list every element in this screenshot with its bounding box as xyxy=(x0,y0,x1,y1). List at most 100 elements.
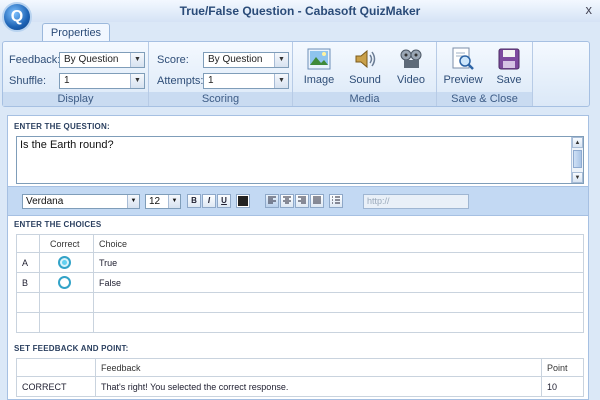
chevron-down-icon: ▼ xyxy=(274,53,288,67)
choices-header-row: Correct Choice xyxy=(16,234,584,253)
video-button[interactable]: Video xyxy=(389,46,433,90)
shuffle-select[interactable]: 1 ▼ xyxy=(59,73,145,89)
list-icon xyxy=(332,196,340,204)
table-row[interactable] xyxy=(16,292,584,313)
choices-table: Correct Choice A True B False xyxy=(16,234,584,333)
feedback-select-value: By Question xyxy=(64,54,119,65)
display-group-label: Display xyxy=(3,92,148,106)
score-select-value: By Question xyxy=(208,54,263,65)
color-icon xyxy=(238,196,248,206)
empty-cell xyxy=(16,312,40,333)
quizmaker-window: True/False Question - Cabasoft QuizMaker… xyxy=(0,0,600,400)
ribbon: Feedback: By Question ▼ Shuffle: 1 ▼ Dis… xyxy=(2,41,590,107)
font-size-select[interactable]: 12 ▼ xyxy=(145,194,181,209)
table-row[interactable]: CORRECT That's right! You selected the c… xyxy=(16,376,584,397)
feedback-select[interactable]: By Question ▼ xyxy=(59,52,145,68)
feedback-text[interactable]: That's right! You selected the correct r… xyxy=(95,376,542,397)
tab-properties[interactable]: Properties xyxy=(42,23,110,43)
close-icon[interactable]: x xyxy=(586,2,593,17)
italic-button[interactable]: I xyxy=(202,194,216,208)
table-row[interactable] xyxy=(16,312,584,333)
save-button[interactable]: Save xyxy=(487,46,531,90)
question-text: Is the Earth round? xyxy=(20,139,114,151)
preview-icon xyxy=(452,47,474,70)
empty-cell[interactable] xyxy=(93,312,584,333)
choice-key: A xyxy=(16,252,40,273)
table-row[interactable]: A True xyxy=(16,252,584,273)
attempts-select[interactable]: 1 ▼ xyxy=(203,73,289,89)
save-button-label: Save xyxy=(496,74,522,86)
align-left-icon xyxy=(268,196,276,204)
preview-button-label: Preview xyxy=(443,74,483,86)
shuffle-label: Shuffle: xyxy=(9,75,47,87)
align-center-button[interactable] xyxy=(280,194,294,208)
text-color-button[interactable] xyxy=(236,194,250,208)
underline-button[interactable]: U xyxy=(217,194,231,208)
align-center-icon xyxy=(283,196,291,204)
question-scrollbar[interactable]: ▲ ▼ xyxy=(571,137,583,183)
point-value[interactable]: 10 xyxy=(541,376,584,397)
empty-cell xyxy=(39,312,94,333)
correct-cell xyxy=(39,252,94,273)
correct-radio-b[interactable] xyxy=(58,276,71,289)
type-column-header xyxy=(16,358,96,377)
title-bar: True/False Question - Cabasoft QuizMaker… xyxy=(0,0,600,22)
sound-icon xyxy=(355,49,376,69)
url-input[interactable]: http:// xyxy=(363,194,469,209)
display-group: Feedback: By Question ▼ Shuffle: 1 ▼ Dis… xyxy=(3,42,149,106)
scoring-group: Score: By Question ▼ Attempts: 1 ▼ Scori… xyxy=(149,42,293,106)
correct-column-header: Correct xyxy=(39,234,94,253)
choices-heading: ENTER THE CHOICES xyxy=(8,218,588,232)
ribbon-tabs: Properties xyxy=(0,22,600,43)
scroll-down-icon[interactable]: ▼ xyxy=(572,172,583,183)
media-group: Image Sound Video Media xyxy=(293,42,437,106)
app-logo-icon[interactable]: Q xyxy=(2,2,32,32)
save-close-group: Preview Save Save & Close xyxy=(437,42,533,106)
scroll-up-icon[interactable]: ▲ xyxy=(572,137,583,148)
media-group-label: Media xyxy=(293,92,436,106)
attempts-label: Attempts: xyxy=(157,75,204,87)
choice-text[interactable]: False xyxy=(93,272,584,293)
font-size-value: 12 xyxy=(149,196,161,207)
point-column-header: Point xyxy=(541,358,584,377)
sound-button-label: Sound xyxy=(349,74,381,86)
empty-cell xyxy=(39,292,94,313)
font-select-value: Verdana xyxy=(26,196,64,207)
format-toolbar: Verdana ▼ 12 ▼ B I U http:// xyxy=(8,186,588,216)
justify-icon xyxy=(313,196,321,204)
scroll-thumb[interactable] xyxy=(573,150,582,168)
image-button-label: Image xyxy=(303,74,335,86)
table-row[interactable]: B False xyxy=(16,272,584,293)
scoring-group-label: Scoring xyxy=(149,92,292,106)
feedback-header-row: Feedback Point xyxy=(16,358,584,377)
feedback-column-header: Feedback xyxy=(95,358,542,377)
score-select[interactable]: By Question ▼ xyxy=(203,52,289,68)
list-button[interactable] xyxy=(329,194,343,208)
sound-button[interactable]: Sound xyxy=(343,46,387,90)
chevron-down-icon: ▼ xyxy=(127,195,139,208)
video-button-label: Video xyxy=(397,74,425,86)
correct-radio-a[interactable] xyxy=(58,256,71,269)
question-textarea[interactable]: Is the Earth round? ▲ ▼ xyxy=(16,136,584,184)
feedback-type: CORRECT xyxy=(16,376,96,397)
empty-cell[interactable] xyxy=(93,292,584,313)
correct-cell xyxy=(39,272,94,293)
key-column-header xyxy=(16,234,40,253)
chevron-down-icon: ▼ xyxy=(168,195,180,208)
choice-text[interactable]: True xyxy=(93,252,584,273)
align-left-button[interactable] xyxy=(265,194,279,208)
preview-button[interactable]: Preview xyxy=(441,46,485,90)
chevron-down-icon: ▼ xyxy=(130,74,144,88)
window-title: True/False Question - Cabasoft QuizMaker xyxy=(179,4,421,18)
justify-button[interactable] xyxy=(310,194,324,208)
chevron-down-icon: ▼ xyxy=(274,74,288,88)
align-right-button[interactable] xyxy=(295,194,309,208)
chevron-down-icon: ▼ xyxy=(130,53,144,67)
image-icon xyxy=(307,48,331,70)
font-select[interactable]: Verdana ▼ xyxy=(22,194,140,209)
bold-button[interactable]: B xyxy=(187,194,201,208)
save-close-group-label: Save & Close xyxy=(437,92,532,106)
image-button[interactable]: Image xyxy=(297,46,341,90)
shuffle-select-value: 1 xyxy=(64,75,70,86)
feedback-heading: SET FEEDBACK AND POINT: xyxy=(8,342,588,356)
